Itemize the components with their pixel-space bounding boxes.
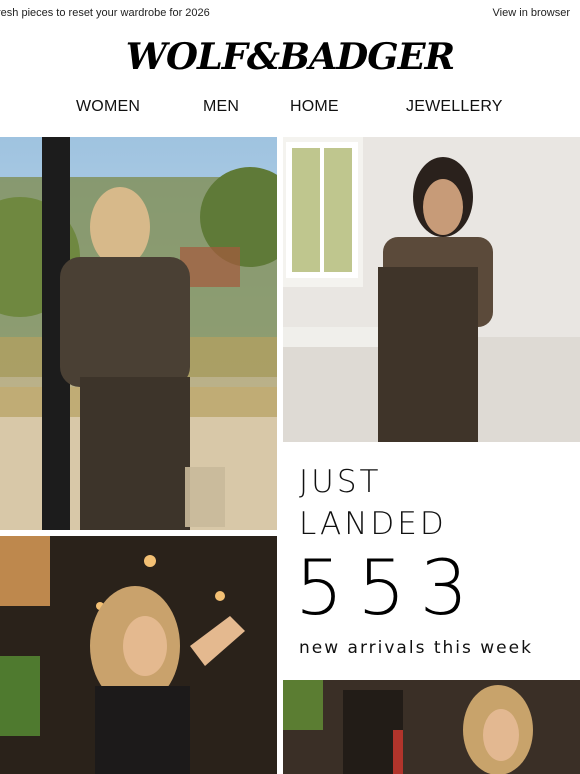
product-image-bar-2[interactable]	[283, 680, 580, 774]
bar-photo	[0, 536, 277, 774]
logo-wordmark: WOLF&BADGER	[125, 36, 455, 78]
headline-line-1: JUST	[299, 464, 382, 500]
nav-item-home[interactable]: HOME	[290, 98, 339, 116]
new-arrivals-subtitle: new arrivals this week	[299, 638, 533, 658]
interior-photo	[283, 137, 580, 442]
product-image-interior[interactable]	[283, 137, 580, 442]
nav-item-women[interactable]: WOMEN	[76, 98, 140, 116]
preheader-text: resh pieces to reset your wardrobe for 2…	[0, 7, 210, 19]
email-topbar: resh pieces to reset your wardrobe for 2…	[0, 0, 580, 26]
headline-line-2: LANDED	[299, 506, 447, 542]
main-nav: WOMEN MEN HOME JEWELLERY	[0, 96, 580, 118]
nav-item-men[interactable]: MEN	[203, 98, 239, 116]
brand-logo[interactable]: WOLF&BADGER	[0, 36, 580, 78]
product-image-bar[interactable]	[0, 536, 277, 774]
outdoor-photo	[0, 137, 277, 530]
view-in-browser-link[interactable]: View in browser	[493, 7, 570, 19]
just-landed-panel: JUST LANDED 553 new arrivals this week	[283, 442, 580, 680]
product-image-outdoor[interactable]	[0, 137, 277, 530]
nav-item-jewellery[interactable]: JEWELLERY	[406, 98, 503, 116]
new-arrivals-count: 553	[295, 543, 483, 632]
bar-photo-2	[283, 680, 580, 774]
